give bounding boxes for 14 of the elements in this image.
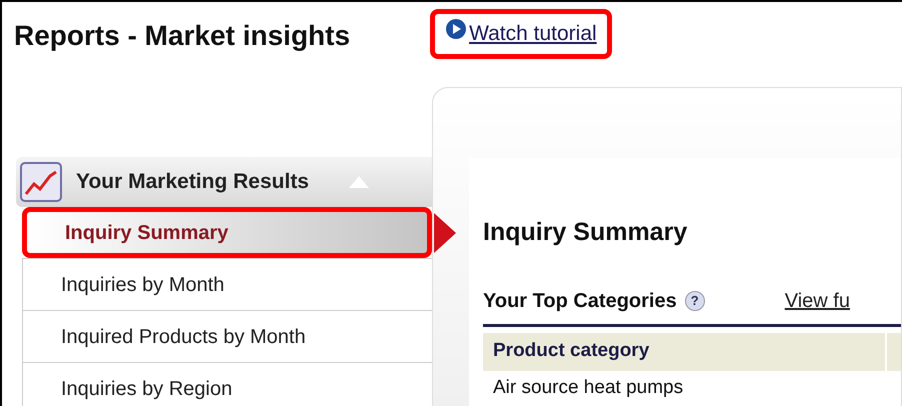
watch-tutorial-link[interactable]: Watch tutorial xyxy=(445,18,597,50)
content-heading: Inquiry Summary xyxy=(483,217,688,248)
play-icon xyxy=(445,18,468,40)
pointer-arrow-icon xyxy=(434,213,456,253)
table-cell-text: Air source heat pumps xyxy=(493,376,684,400)
column-header: Product category xyxy=(493,339,650,364)
section-heading: Your Top Categories xyxy=(483,288,677,314)
section-header[interactable]: Your Marketing Results xyxy=(16,157,432,207)
page-title: Reports - Market insights xyxy=(14,19,350,53)
menu-item[interactable]: Inquiry Summary xyxy=(22,207,432,258)
section-title: Your Marketing Results xyxy=(76,169,309,196)
view-link[interactable]: View fu xyxy=(784,286,850,316)
line-chart-icon xyxy=(20,162,62,202)
help-icon[interactable]: ? xyxy=(684,290,705,310)
